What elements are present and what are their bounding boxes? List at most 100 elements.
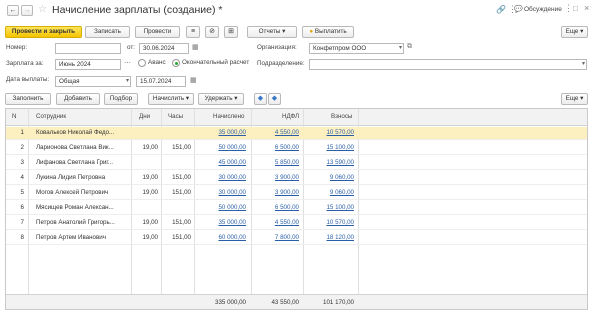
link-icon[interactable]: 🔗 [496,5,506,14]
cell-accrued[interactable]: 50 000,00 [196,144,246,151]
withhold-button[interactable]: Удержать ▾ [198,93,244,105]
cell-ndfl[interactable]: 4 550,00 [252,129,299,136]
calendar-icon[interactable]: ▦ [190,76,197,84]
header-hours[interactable]: Часы [168,113,183,120]
cell-days: 19,00 [142,234,158,241]
cell-days: 19,00 [142,174,158,181]
pay-date-field[interactable]: 15.07.2024 [136,76,186,87]
cell-ndfl[interactable]: 3 900,00 [252,189,299,196]
cell-accrued[interactable]: 50 000,00 [196,204,246,211]
open-organization-icon[interactable]: ⧉ [407,43,412,51]
cell-contributions[interactable]: 9 060,00 [304,189,354,196]
accrue-button[interactable]: Начислить ▾ [148,93,194,105]
move-up-icon[interactable]: ◆ [254,93,267,105]
cell-accrued[interactable]: 60 000,00 [196,234,246,241]
table-more-label: Еще [565,95,579,102]
save-button[interactable]: Записать [85,26,130,38]
reports-button[interactable]: Отчеты ▾ [247,26,297,38]
cell-accrued[interactable]: 45 000,00 [196,159,246,166]
total-contributions: 101 170,00 [323,299,354,306]
pay-icon: ● [309,28,314,35]
final-calculation-radio[interactable] [172,59,180,67]
chevron-down-icon: ▾ [125,78,129,84]
add-button[interactable]: Добавить [56,93,100,105]
cell-n: 4 [20,174,24,181]
header-ndfl[interactable]: НДФЛ [282,113,299,120]
header-contributions[interactable]: Взносы [331,113,352,120]
cell-contributions[interactable]: 18 120,00 [304,234,354,241]
cell-contributions[interactable]: 15 100,00 [304,204,354,211]
date-field[interactable]: 30.06.2024 [139,43,189,54]
cell-ndfl[interactable]: 6 500,00 [252,144,299,151]
cell-ndfl[interactable]: 4 550,00 [252,219,299,226]
move-down-icon[interactable]: ◆ [268,93,281,105]
cell-accrued[interactable]: 30 000,00 [196,174,246,181]
cell-employee: Могов Алексей Петрович [36,189,109,196]
cell-contributions[interactable]: 9 060,00 [304,174,354,181]
document-list-icon[interactable]: ≡ [186,26,200,38]
cell-contributions[interactable]: 10 570,00 [304,129,354,136]
cell-ndfl[interactable]: 7 800,00 [252,234,299,241]
cell-employee: Ковальков Николай Федо... [36,129,115,136]
discussion-icon[interactable]: 💬 [514,5,523,13]
cell-n: 6 [20,204,24,211]
pay-button[interactable]: ● Выплатить [302,26,354,38]
back-button[interactable]: ← [7,5,19,16]
cell-contributions[interactable]: 13 590,00 [304,159,354,166]
close-icon[interactable]: × [584,3,589,13]
calculator-icon[interactable]: ⊞ [224,26,238,38]
organization-value: Конфетпром ООО [313,45,367,52]
reports-label: Отчеты [258,28,281,35]
cell-accrued[interactable]: 35 000,00 [196,129,246,136]
table-row[interactable]: 6 Мясищев Роман Алексан... 50 000,00 6 500,… [6,202,587,215]
pick-button[interactable]: Подбор [104,93,138,105]
table-row[interactable]: 2 Ларионова Светлана Вик... 19,00 151,00 50 … [6,142,587,155]
month-picker-icon[interactable]: ⋯ [124,59,131,67]
table-row[interactable]: 4 Лукина Лидия Петровна 19,00 151,00 30 000,… [6,172,587,185]
cell-ndfl[interactable]: 6 500,00 [252,204,299,211]
cell-ndfl[interactable]: 3 900,00 [252,174,299,181]
organization-label: Организация: [257,44,297,51]
more-label: Еще [565,28,579,35]
accruals-table[interactable]: N Сотрудник Дни Часы Начислено НДФЛ Взно… [5,108,588,310]
cell-employee: Петров Анатолий Григорь... [36,219,115,226]
cell-accrued[interactable]: 30 000,00 [196,189,246,196]
restore-icon[interactable]: □ [573,4,578,13]
cell-accrued[interactable]: 35 000,00 [196,219,246,226]
header-days[interactable]: Дни [139,113,150,120]
month-field[interactable]: Июнь 2024 [55,59,121,70]
table-row[interactable]: 5 Могов Алексей Петрович 19,00 151,00 30 000… [6,187,587,200]
more-window-icon[interactable]: ⋮ [564,3,573,14]
header-n[interactable]: N [12,113,16,120]
table-row[interactable]: 8 Петров Артем Иванович 19,00 151,00 60 000,… [6,232,587,245]
cell-contributions[interactable]: 15 100,00 [304,144,354,151]
table-more-button[interactable]: Еще ▾ [561,93,588,105]
fill-button[interactable]: Заполнить [5,93,51,105]
advance-radio[interactable] [138,59,146,67]
cell-days: 19,00 [142,189,158,196]
chevron-down-icon: ▾ [578,28,584,35]
header-accrued[interactable]: Начислено [213,113,244,120]
forward-button[interactable]: → [21,5,33,16]
post-and-close-button[interactable]: Провести и закрыть [5,26,82,38]
header-employee[interactable]: Сотрудник [36,113,66,120]
discussion-label[interactable]: Обсуждение [524,6,562,13]
organization-field[interactable]: Конфетпром ООО ▾ [309,43,404,54]
pay-type-select[interactable]: Общая ▾ [55,76,131,87]
cell-ndfl[interactable]: 5 850,00 [252,159,299,166]
cell-contributions[interactable]: 10 570,00 [304,219,354,226]
post-button[interactable]: Провести [135,26,180,38]
attachment-icon[interactable]: ⊘ [205,26,219,38]
more-button[interactable]: Еще ▾ [561,26,588,38]
pay-date-label: Дата выплаты: [6,76,50,83]
table-row[interactable]: 3 Лифанова Светлана Григ... 45 000,00 5 850… [6,157,587,170]
department-field[interactable]: ▾ [309,59,587,70]
total-accrued: 335 000,00 [215,299,246,306]
advance-label: Аванс [148,59,166,66]
star-icon[interactable]: ☆ [38,4,47,15]
number-field[interactable] [55,43,121,54]
calendar-icon[interactable]: ▦ [192,43,199,51]
table-row[interactable]: 7 Петров Анатолий Григорь... 19,00 151,00 35… [6,217,587,230]
table-row[interactable]: 1 Ковальков Николай Федо... 35 000,00 4 550… [6,127,587,140]
date-value: 30.06.2024 [143,45,175,52]
